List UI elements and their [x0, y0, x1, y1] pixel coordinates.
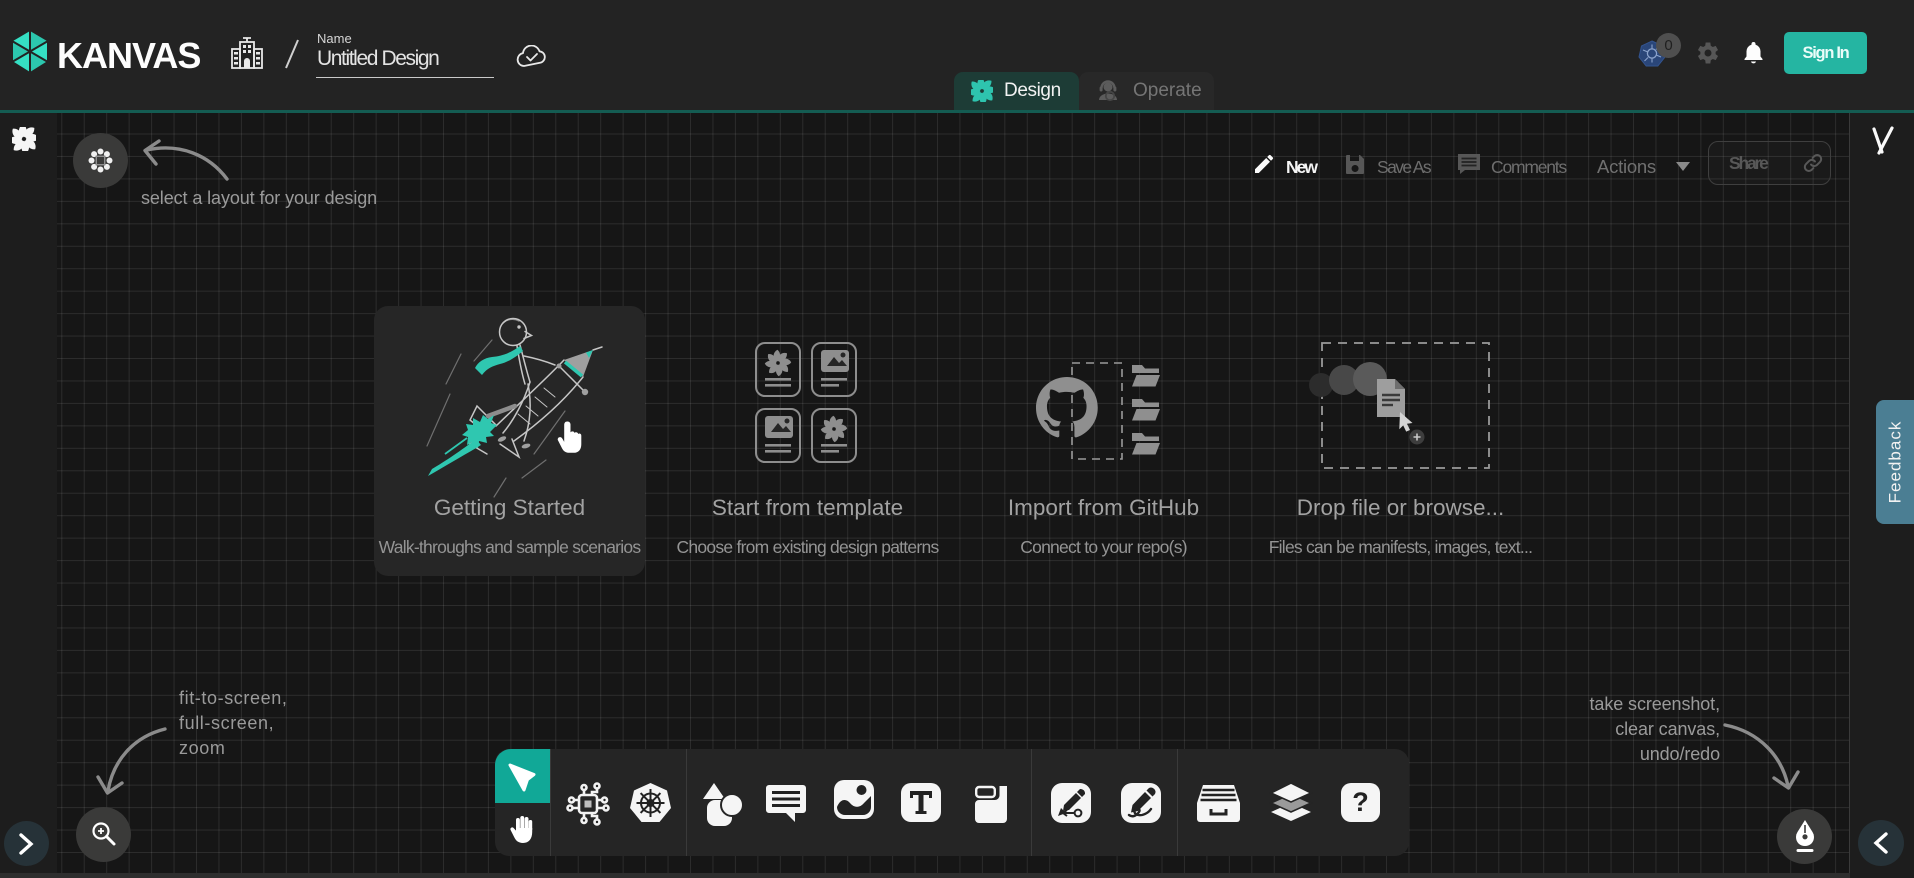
svg-text:?: ?: [1352, 787, 1369, 817]
